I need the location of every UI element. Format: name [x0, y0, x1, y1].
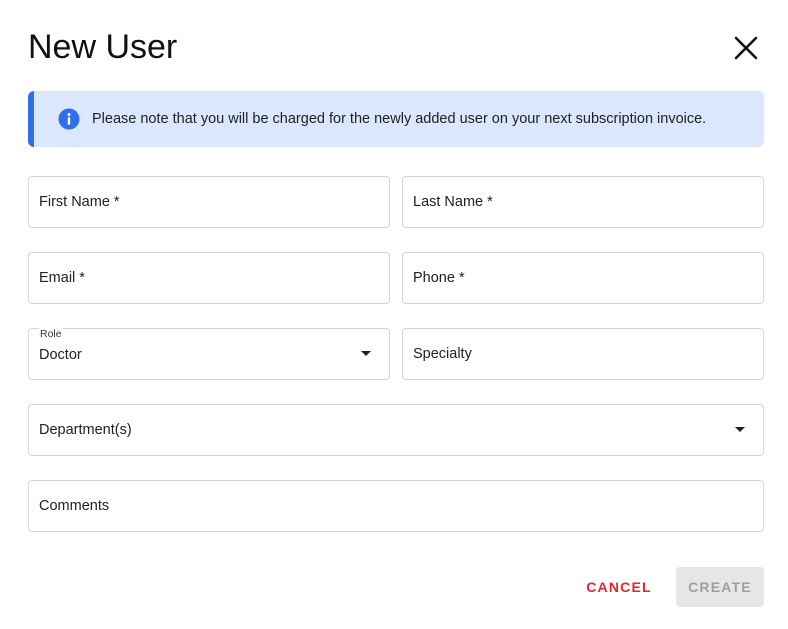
last-name-label: Last Name *: [413, 194, 493, 210]
billing-notice: Please note that you will be charged for…: [28, 91, 764, 147]
phone-label: Phone *: [413, 270, 465, 286]
info-icon: [58, 108, 80, 130]
first-name-label: First Name *: [39, 194, 120, 210]
specialty-label: Specialty: [413, 346, 472, 362]
role-value: Doctor: [39, 347, 82, 363]
last-name-field[interactable]: Last Name *: [402, 176, 764, 228]
email-label: Email *: [39, 270, 85, 286]
close-icon: [734, 36, 758, 60]
comments-label: Comments: [39, 498, 110, 514]
comments-field[interactable]: Comments: [28, 480, 764, 532]
email-field[interactable]: Email *: [28, 252, 390, 304]
new-user-dialog: New User Please note that you will be ch…: [0, 0, 788, 629]
notice-text: Please note that you will be charged for…: [92, 111, 707, 127]
first-name-field[interactable]: First Name *: [28, 176, 390, 228]
cancel-button[interactable]: CANCEL: [580, 567, 658, 607]
chevron-down-icon: [735, 427, 745, 432]
role-select[interactable]: Role Doctor: [28, 327, 390, 380]
dialog-title: New User: [28, 28, 178, 66]
specialty-field[interactable]: Specialty: [402, 328, 764, 380]
create-button[interactable]: CREATE: [676, 567, 764, 607]
close-button[interactable]: [728, 30, 764, 66]
phone-field[interactable]: Phone *: [402, 252, 764, 304]
departments-label: Department(s): [39, 422, 132, 438]
chevron-down-icon: [361, 351, 371, 356]
departments-select[interactable]: Department(s): [28, 404, 764, 456]
